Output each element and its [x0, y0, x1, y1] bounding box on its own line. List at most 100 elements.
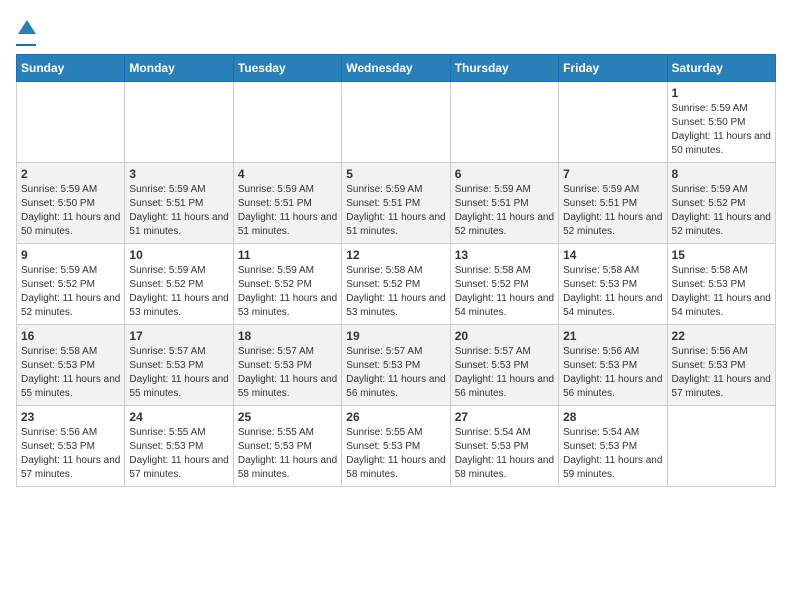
day-info: Sunrise: 5:54 AMSunset: 5:53 PMDaylight:…: [563, 426, 662, 482]
calendar-cell: 25 Sunrise: 5:55 AMSunset: 5:53 PMDayligh…: [233, 406, 341, 487]
day-number: 25: [238, 410, 337, 424]
calendar-cell: 27 Sunrise: 5:54 AMSunset: 5:53 PMDayligh…: [450, 406, 558, 487]
calendar-cell: 10Sunrise: 5:59 AMSunset: 5:52 PMDayligh…: [125, 244, 233, 325]
calendar-cell: [342, 82, 450, 163]
day-info: Sunrise: 5:58 AMSunset: 5:53 PMDaylight:…: [672, 264, 771, 320]
day-number: 7: [563, 167, 662, 181]
weekday-header-tuesday: Tuesday: [233, 55, 341, 82]
day-number: 4: [238, 167, 337, 181]
day-number: 18: [238, 329, 337, 343]
day-number: 2: [21, 167, 120, 181]
day-info: Sunrise: 5:55 AMSunset: 5:53 PMDaylight:…: [129, 426, 228, 482]
calendar-cell: [667, 406, 775, 487]
weekday-header-saturday: Saturday: [667, 55, 775, 82]
day-info: Sunrise: 5:57 AMSunset: 5:53 PMDaylight:…: [346, 345, 445, 401]
day-info: Sunrise: 5:59 AMSunset: 5:51 PMDaylight:…: [346, 183, 445, 239]
calendar-cell: 11 Sunrise: 5:59 AMSunset: 5:52 PMDayligh…: [233, 244, 341, 325]
day-info: Sunrise: 5:56 AMSunset: 5:53 PMDaylight:…: [672, 345, 771, 401]
calendar-cell: 19 Sunrise: 5:57 AMSunset: 5:53 PMDayligh…: [342, 325, 450, 406]
day-number: 22: [672, 329, 771, 343]
weekday-header-sunday: Sunday: [17, 55, 125, 82]
day-info: Sunrise: 5:58 AMSunset: 5:53 PMDaylight:…: [563, 264, 662, 320]
calendar-cell: 4 Sunrise: 5:59 AMSunset: 5:51 PMDaylight…: [233, 163, 341, 244]
calendar-cell: 7 Sunrise: 5:59 AMSunset: 5:51 PMDaylight…: [559, 163, 667, 244]
day-number: 21: [563, 329, 662, 343]
day-info: Sunrise: 5:59 AMSunset: 5:51 PMDaylight:…: [129, 183, 228, 239]
calendar-week-3: 9 Sunrise: 5:59 AMSunset: 5:52 PMDaylight…: [17, 244, 776, 325]
day-number: 16: [21, 329, 120, 343]
day-number: 6: [455, 167, 554, 181]
day-number: 28: [563, 410, 662, 424]
day-number: 15: [672, 248, 771, 262]
calendar-cell: 1 Sunrise: 5:59 AMSunset: 5:50 PMDaylight…: [667, 82, 775, 163]
calendar-cell: [125, 82, 233, 163]
day-info: Sunrise: 5:59 AMSunset: 5:52 PMDaylight:…: [238, 264, 337, 320]
calendar-cell: 18 Sunrise: 5:57 AMSunset: 5:53 PMDayligh…: [233, 325, 341, 406]
calendar-cell: 2 Sunrise: 5:59 AMSunset: 5:50 PMDaylight…: [17, 163, 125, 244]
weekday-header-thursday: Thursday: [450, 55, 558, 82]
day-number: 9: [21, 248, 120, 262]
day-info: Sunrise: 5:54 AMSunset: 5:53 PMDaylight:…: [455, 426, 554, 482]
day-number: 14: [563, 248, 662, 262]
calendar-cell: [450, 82, 558, 163]
day-number: 20: [455, 329, 554, 343]
calendar-cell: [233, 82, 341, 163]
day-number: 5: [346, 167, 445, 181]
day-info: Sunrise: 5:55 AMSunset: 5:53 PMDaylight:…: [238, 426, 337, 482]
calendar-cell: 17Sunrise: 5:57 AMSunset: 5:53 PMDayligh…: [125, 325, 233, 406]
day-number: 19: [346, 329, 445, 343]
day-info: Sunrise: 5:59 AMSunset: 5:51 PMDaylight:…: [455, 183, 554, 239]
weekday-header-wednesday: Wednesday: [342, 55, 450, 82]
calendar-cell: 28 Sunrise: 5:54 AMSunset: 5:53 PMDayligh…: [559, 406, 667, 487]
calendar-cell: 26 Sunrise: 5:55 AMSunset: 5:53 PMDayligh…: [342, 406, 450, 487]
day-number: 12: [346, 248, 445, 262]
day-info: Sunrise: 5:59 AMSunset: 5:51 PMDaylight:…: [563, 183, 662, 239]
day-number: 26: [346, 410, 445, 424]
day-number: 8: [672, 167, 771, 181]
calendar-cell: 3 Sunrise: 5:59 AMSunset: 5:51 PMDaylight…: [125, 163, 233, 244]
day-info: Sunrise: 5:58 AMSunset: 5:53 PMDaylight:…: [21, 345, 120, 401]
day-number: 11: [238, 248, 337, 262]
day-number: 27: [455, 410, 554, 424]
calendar-cell: [559, 82, 667, 163]
day-info: Sunrise: 5:57 AMSunset: 5:53 PMDaylight:…: [129, 345, 228, 401]
calendar-cell: 15 Sunrise: 5:58 AMSunset: 5:53 PMDayligh…: [667, 244, 775, 325]
calendar-week-4: 16 Sunrise: 5:58 AMSunset: 5:53 PMDayligh…: [17, 325, 776, 406]
day-info: Sunrise: 5:59 AMSunset: 5:50 PMDaylight:…: [672, 102, 771, 158]
calendar-cell: 13 Sunrise: 5:58 AMSunset: 5:52 PMDayligh…: [450, 244, 558, 325]
day-info: Sunrise: 5:56 AMSunset: 5:53 PMDaylight:…: [21, 426, 120, 482]
day-number: 3: [129, 167, 228, 181]
calendar-cell: 16 Sunrise: 5:58 AMSunset: 5:53 PMDayligh…: [17, 325, 125, 406]
calendar-table: SundayMondayTuesdayWednesdayThursdayFrid…: [16, 54, 776, 487]
logo-underline: [16, 44, 36, 46]
calendar-week-1: 1 Sunrise: 5:59 AMSunset: 5:50 PMDaylight…: [17, 82, 776, 163]
day-info: Sunrise: 5:56 AMSunset: 5:53 PMDaylight:…: [563, 345, 662, 401]
logo-icon: [18, 18, 36, 36]
calendar-cell: 6 Sunrise: 5:59 AMSunset: 5:51 PMDaylight…: [450, 163, 558, 244]
calendar-cell: 12Sunrise: 5:58 AMSunset: 5:52 PMDayligh…: [342, 244, 450, 325]
calendar-cell: [17, 82, 125, 163]
day-info: Sunrise: 5:59 AMSunset: 5:51 PMDaylight:…: [238, 183, 337, 239]
day-info: Sunrise: 5:55 AMSunset: 5:53 PMDaylight:…: [346, 426, 445, 482]
page-header: [16, 16, 776, 46]
day-number: 13: [455, 248, 554, 262]
calendar-cell: 9Sunrise: 5:59 AMSunset: 5:52 PMDaylight…: [17, 244, 125, 325]
day-number: 1: [672, 86, 771, 100]
calendar-cell: 23 Sunrise: 5:56 AMSunset: 5:53 PMDayligh…: [17, 406, 125, 487]
day-number: 24: [129, 410, 228, 424]
logo: [16, 16, 36, 46]
calendar-week-2: 2 Sunrise: 5:59 AMSunset: 5:50 PMDaylight…: [17, 163, 776, 244]
day-info: Sunrise: 5:57 AMSunset: 5:53 PMDaylight:…: [238, 345, 337, 401]
weekday-header-friday: Friday: [559, 55, 667, 82]
calendar-cell: 22 Sunrise: 5:56 AMSunset: 5:53 PMDayligh…: [667, 325, 775, 406]
calendar-week-5: 23 Sunrise: 5:56 AMSunset: 5:53 PMDayligh…: [17, 406, 776, 487]
calendar-cell: 21 Sunrise: 5:56 AMSunset: 5:53 PMDayligh…: [559, 325, 667, 406]
day-info: Sunrise: 5:57 AMSunset: 5:53 PMDaylight:…: [455, 345, 554, 401]
day-info: Sunrise: 5:59 AMSunset: 5:52 PMDaylight:…: [672, 183, 771, 239]
calendar-cell: 5 Sunrise: 5:59 AMSunset: 5:51 PMDaylight…: [342, 163, 450, 244]
calendar-cell: 20 Sunrise: 5:57 AMSunset: 5:53 PMDayligh…: [450, 325, 558, 406]
day-info: Sunrise: 5:59 AMSunset: 5:50 PMDaylight:…: [21, 183, 120, 239]
weekday-header-row: SundayMondayTuesdayWednesdayThursdayFrid…: [17, 55, 776, 82]
day-number: 23: [21, 410, 120, 424]
day-info: Sunrise: 5:58 AMSunset: 5:52 PMDaylight:…: [455, 264, 554, 320]
